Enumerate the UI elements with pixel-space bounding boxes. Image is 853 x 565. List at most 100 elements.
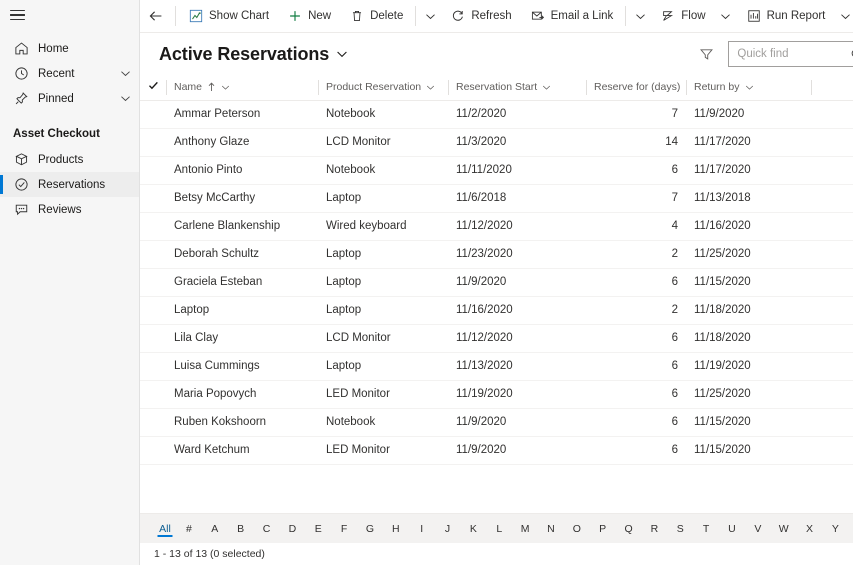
email-a-link-caret-icon[interactable] <box>629 0 651 32</box>
sidebar-item-products[interactable]: Products <box>0 147 139 172</box>
alpha-filter-u[interactable]: U <box>719 514 745 544</box>
chevron-down-icon[interactable] <box>221 83 230 92</box>
table-row[interactable]: Carlene Blankenship Wired keyboard 11/12/2… <box>140 212 853 241</box>
flow-caret-icon[interactable] <box>715 0 737 32</box>
chevron-down-icon[interactable] <box>336 48 348 60</box>
column-header-product-reservation[interactable]: Product Reservation <box>318 75 448 101</box>
show-chart-button[interactable]: Show Chart <box>179 0 278 32</box>
alpha-filter-g[interactable]: G <box>357 514 383 544</box>
table-row[interactable]: Maria Popovych LED Monitor 11/19/2020 6 11/2… <box>140 380 853 409</box>
cell-name[interactable]: Anthony Glaze <box>166 128 318 157</box>
delete-caret-icon[interactable] <box>419 0 441 32</box>
refresh-button[interactable]: Refresh <box>441 0 520 32</box>
cell-product-reservation[interactable]: LCD Monitor <box>318 324 448 353</box>
table-row[interactable]: Betsy McCarthy Laptop 11/6/2018 7 11/13/2018 <box>140 184 853 213</box>
alpha-filter-o[interactable]: O <box>564 514 590 544</box>
cell-name[interactable]: Lila Clay <box>166 324 318 353</box>
sidebar-item-pinned[interactable]: Pinned <box>0 86 139 111</box>
table-row[interactable]: Deborah Schultz Laptop 11/23/2020 2 11/25/20… <box>140 240 853 269</box>
run-report-button[interactable]: Run Report <box>737 0 835 32</box>
sidebar-item-home[interactable]: Home <box>0 36 139 61</box>
new-button[interactable]: New <box>278 0 340 32</box>
cell-product-reservation[interactable]: Laptop <box>318 240 448 269</box>
cell-product-reservation[interactable]: Wired keyboard <box>318 212 448 241</box>
column-header-return-by[interactable]: Return by <box>686 75 811 101</box>
cell-product-reservation[interactable]: LED Monitor <box>318 436 448 465</box>
cell-product-reservation[interactable]: Notebook <box>318 408 448 437</box>
table-row[interactable]: Anthony Glaze LCD Monitor 11/3/2020 14 11/17… <box>140 128 853 157</box>
alpha-filter-r[interactable]: R <box>641 514 667 544</box>
alpha-filter-x[interactable]: X <box>797 514 823 544</box>
alpha-filter-n[interactable]: N <box>538 514 564 544</box>
hamburger-icon[interactable] <box>10 9 25 21</box>
alpha-filter-k[interactable]: K <box>460 514 486 544</box>
cell-product-reservation[interactable]: Laptop <box>318 184 448 213</box>
alpha-filter-c[interactable]: C <box>254 514 280 544</box>
cell-name[interactable]: Antonio Pinto <box>166 156 318 185</box>
cell-name[interactable]: Deborah Schultz <box>166 240 318 269</box>
table-row[interactable]: Ammar Peterson Notebook 11/2/2020 7 11/9/202… <box>140 100 853 129</box>
alpha-filter-d[interactable]: D <box>279 514 305 544</box>
cell-name[interactable]: Ammar Peterson <box>166 100 318 129</box>
column-header-reserve-for-days[interactable]: Reserve for (days) <box>586 75 694 101</box>
cell-name[interactable]: Graciela Esteban <box>166 268 318 297</box>
table-row[interactable]: Luisa Cummings Laptop 11/13/2020 6 11/19/202… <box>140 352 853 381</box>
chevron-down-icon[interactable] <box>117 68 133 79</box>
cell-name[interactable]: Luisa Cummings <box>166 352 318 381</box>
chevron-down-icon[interactable] <box>745 83 754 92</box>
cell-name[interactable]: Ruben Kokshoorn <box>166 408 318 437</box>
cell-name[interactable]: Ward Ketchum <box>166 436 318 465</box>
table-row[interactable]: Ruben Kokshoorn Notebook 11/9/2020 6 11/15/2… <box>140 408 853 437</box>
alpha-filter-q[interactable]: Q <box>616 514 642 544</box>
cell-name[interactable]: Carlene Blankenship <box>166 212 318 241</box>
chevron-down-icon[interactable] <box>542 83 551 92</box>
alpha-filter-b[interactable]: B <box>228 514 254 544</box>
table-row[interactable]: Graciela Esteban Laptop 11/9/2020 6 11/15/20… <box>140 268 853 297</box>
search-box[interactable] <box>728 41 853 67</box>
flow-button[interactable]: Flow <box>651 0 714 32</box>
cell-product-reservation[interactable]: Laptop <box>318 352 448 381</box>
alpha-filter-j[interactable]: J <box>435 514 461 544</box>
alpha-filter-p[interactable]: P <box>590 514 616 544</box>
alpha-filter-w[interactable]: W <box>771 514 797 544</box>
cell-product-reservation[interactable]: LCD Monitor <box>318 128 448 157</box>
run-report-caret-icon[interactable] <box>834 0 853 32</box>
alpha-filter-e[interactable]: E <box>305 514 331 544</box>
alpha-filter-s[interactable]: S <box>667 514 693 544</box>
table-row[interactable]: Ward Ketchum LED Monitor 11/9/2020 6 11/15/2… <box>140 436 853 465</box>
sidebar-item-reservations[interactable]: Reservations <box>0 172 139 197</box>
column-header-name[interactable]: Name <box>166 75 318 101</box>
alpha-filter-z[interactable]: Z <box>848 514 853 544</box>
sidebar-item-reviews[interactable]: Reviews <box>0 197 139 222</box>
alpha-filter-a[interactable]: A <box>202 514 228 544</box>
cell-name[interactable]: Laptop <box>166 296 318 325</box>
delete-button[interactable]: Delete <box>340 0 412 32</box>
table-row[interactable]: Lila Clay LCD Monitor 11/12/2020 6 11/18/202… <box>140 324 853 353</box>
table-row[interactable]: Laptop Laptop 11/16/2020 2 11/18/2020 <box>140 296 853 325</box>
filter-icon[interactable] <box>693 41 719 67</box>
alpha-filter-t[interactable]: T <box>693 514 719 544</box>
cell-product-reservation[interactable]: Notebook <box>318 156 448 185</box>
alpha-filter-i[interactable]: I <box>409 514 435 544</box>
alpha-filter-m[interactable]: M <box>512 514 538 544</box>
cell-product-reservation[interactable]: Notebook <box>318 100 448 129</box>
alpha-filter-f[interactable]: F <box>331 514 357 544</box>
alpha-filter-l[interactable]: L <box>486 514 512 544</box>
cell-name[interactable]: Maria Popovych <box>166 380 318 409</box>
back-arrow-icon[interactable] <box>140 0 172 32</box>
sidebar-item-recent[interactable]: Recent <box>0 61 139 86</box>
cell-name[interactable]: Betsy McCarthy <box>166 184 318 213</box>
table-row[interactable]: Antonio Pinto Notebook 11/11/2020 6 11/17/20… <box>140 156 853 185</box>
column-header-reservation-start[interactable]: Reservation Start <box>448 75 586 101</box>
alpha-filter-all[interactable]: All <box>154 514 176 544</box>
cell-product-reservation[interactable]: LED Monitor <box>318 380 448 409</box>
alpha-filter-h[interactable]: H <box>383 514 409 544</box>
chevron-down-icon[interactable] <box>426 83 435 92</box>
view-selector[interactable]: Active Reservations <box>159 44 348 65</box>
search-input[interactable] <box>737 48 851 60</box>
cell-product-reservation[interactable]: Laptop <box>318 296 448 325</box>
alpha-filter-y[interactable]: Y <box>822 514 848 544</box>
chevron-down-icon[interactable] <box>117 93 133 104</box>
email-a-link-button[interactable]: Email a Link <box>521 0 623 32</box>
alpha-filter-v[interactable]: V <box>745 514 771 544</box>
